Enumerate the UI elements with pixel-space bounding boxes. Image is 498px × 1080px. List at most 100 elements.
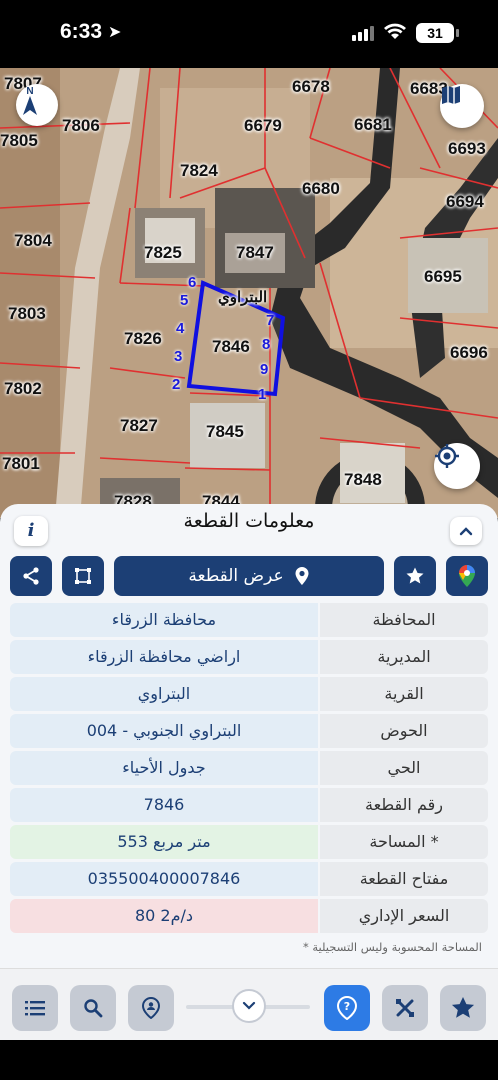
favorites-button[interactable] [440, 985, 486, 1031]
transparency-slider[interactable] [186, 989, 310, 1023]
list-icon [25, 1001, 45, 1016]
measure-tools-button[interactable] [382, 985, 428, 1031]
map-layers-button[interactable] [440, 84, 484, 128]
parcel-label[interactable]: 7827 [120, 416, 158, 436]
vertex-label: 3 [174, 348, 183, 365]
village-label: القرية [320, 677, 488, 711]
vertex-label: 6 [188, 274, 197, 291]
google-maps-pin-icon [459, 565, 475, 587]
parcel-label[interactable]: 7806 [62, 116, 100, 136]
favorite-button[interactable] [394, 556, 436, 596]
slider-thumb[interactable] [232, 989, 266, 1023]
governorate-value: محافظة الزرقاء [10, 603, 318, 637]
home-indicator-area [0, 1040, 498, 1080]
search-icon [84, 999, 103, 1018]
parcel-label[interactable]: 7801 [2, 454, 40, 474]
vertex-label: 1 [258, 386, 267, 403]
map-icon [442, 86, 460, 104]
battery-icon: 31 [416, 23, 459, 43]
svg-text:N: N [26, 86, 33, 97]
star-icon [406, 567, 424, 584]
parcel-label[interactable]: 7825 [144, 243, 182, 263]
star-icon [451, 996, 475, 1018]
location-search-button[interactable] [128, 985, 174, 1031]
draw-area-button[interactable] [62, 556, 104, 596]
info-row-governorate: محافظة الزرقاء المحافظة [10, 603, 488, 637]
basin-label: الحوض [320, 714, 488, 748]
status-bar: 6:33 ➤ 31 [0, 0, 498, 68]
satellite-map[interactable]: 7807 7806 7805 7824 6678 6679 6681 6683 … [0, 68, 498, 518]
parcel-label[interactable]: 6678 [292, 77, 330, 97]
list-button[interactable] [12, 985, 58, 1031]
parcel-label[interactable]: 7805 [0, 131, 38, 151]
vertex-label: 9 [260, 361, 269, 378]
basin-value: البتراوي الجنوبي - 004 [10, 714, 318, 748]
parcel-label[interactable]: 6680 [302, 179, 340, 199]
crop-frame-icon [75, 568, 91, 584]
chevron-up-icon [459, 527, 473, 536]
info-row-admin-price: 80 د/م2 السعر الإداري [10, 899, 488, 933]
plot-number-value: 7846 [10, 788, 318, 822]
google-maps-button[interactable] [446, 556, 488, 596]
parcel-label[interactable]: 7824 [180, 161, 218, 181]
parcel-label[interactable]: 7847 [236, 243, 274, 263]
parcel-label[interactable]: 6681 [354, 115, 392, 135]
plot-key-label: مفتاح القطعة [320, 862, 488, 896]
panel-title: معلومات القطعة [183, 510, 315, 532]
plot-key-value[interactable]: 03550040000784‎6 [10, 862, 318, 896]
pin-user-icon [141, 997, 161, 1019]
parcel-label[interactable]: 7826 [124, 329, 162, 349]
show-plot-button[interactable]: عرض القطعة [114, 556, 384, 596]
question-pin-icon: ? [336, 996, 358, 1020]
info-row-plot-number: 7846 رقم القطعة [10, 788, 488, 822]
info-row-plot-key: 03550040000784‎6 مفتاح القطعة [10, 862, 488, 896]
vertex-label: 7 [266, 312, 275, 329]
admin-price-value: 80 د/م2 [10, 899, 318, 933]
neighborhood-label: الحي [320, 751, 488, 785]
bottom-toolbar: ? [0, 968, 498, 1040]
my-location-button[interactable] [434, 443, 480, 489]
location-pin-icon [295, 567, 309, 585]
cellular-signal-icon [352, 26, 374, 41]
parcel-label[interactable]: 6695 [424, 267, 462, 287]
help-button[interactable]: ? [324, 985, 370, 1031]
admin-price-label: السعر الإداري [320, 899, 488, 933]
vertex-label: 2 [172, 376, 181, 393]
compass-button[interactable]: N [16, 84, 58, 126]
info-row-village: البتراوي القرية [10, 677, 488, 711]
vertex-label: 4 [176, 320, 185, 337]
parcel-label[interactable]: 7804 [14, 231, 52, 251]
parcel-label[interactable]: 7803 [8, 304, 46, 324]
chevron-down-icon [242, 1001, 256, 1010]
parcel-label[interactable]: 6679 [244, 116, 282, 136]
info-row-neighborhood: جدول الأحياء الحي [10, 751, 488, 785]
village-overlay-label: البتراوي [218, 289, 268, 306]
parcel-label[interactable]: 7848 [344, 470, 382, 490]
village-value: البتراوي [10, 677, 318, 711]
crosshair-icon [435, 444, 459, 468]
directorate-label: المديرية [320, 640, 488, 674]
vertex-label: 8 [262, 336, 271, 353]
collapse-panel-button[interactable] [450, 517, 482, 545]
parcel-label[interactable]: 7802 [4, 379, 42, 399]
status-time: 6:33 [60, 20, 103, 43]
share-icon [23, 567, 39, 585]
parcel-label[interactable]: 6696 [450, 343, 488, 363]
parcel-label[interactable]: 7846 [212, 337, 250, 357]
vertex-label: 5 [180, 292, 189, 309]
parcel-label[interactable]: 7845 [206, 422, 244, 442]
parcel-label[interactable]: 6693 [448, 139, 486, 159]
area-value: 553 متر مربع [10, 825, 318, 859]
search-button[interactable] [70, 985, 116, 1031]
directorate-value: اراضي محافظة الزرقاء [10, 640, 318, 674]
info-row-basin: البتراوي الجنوبي - 004 الحوض [10, 714, 488, 748]
info-button[interactable]: i [14, 516, 48, 546]
svg-text:?: ? [344, 1000, 350, 1013]
wifi-icon [384, 23, 406, 39]
governorate-label: المحافظة [320, 603, 488, 637]
area-footnote: * المساحة المحسوبة وليس التسجيلية [302, 940, 482, 954]
parcel-label[interactable]: 6694 [446, 192, 484, 212]
info-row-directorate: اراضي محافظة الزرقاء المديرية [10, 640, 488, 674]
share-button[interactable] [10, 556, 52, 596]
plot-number-label: رقم القطعة [320, 788, 488, 822]
